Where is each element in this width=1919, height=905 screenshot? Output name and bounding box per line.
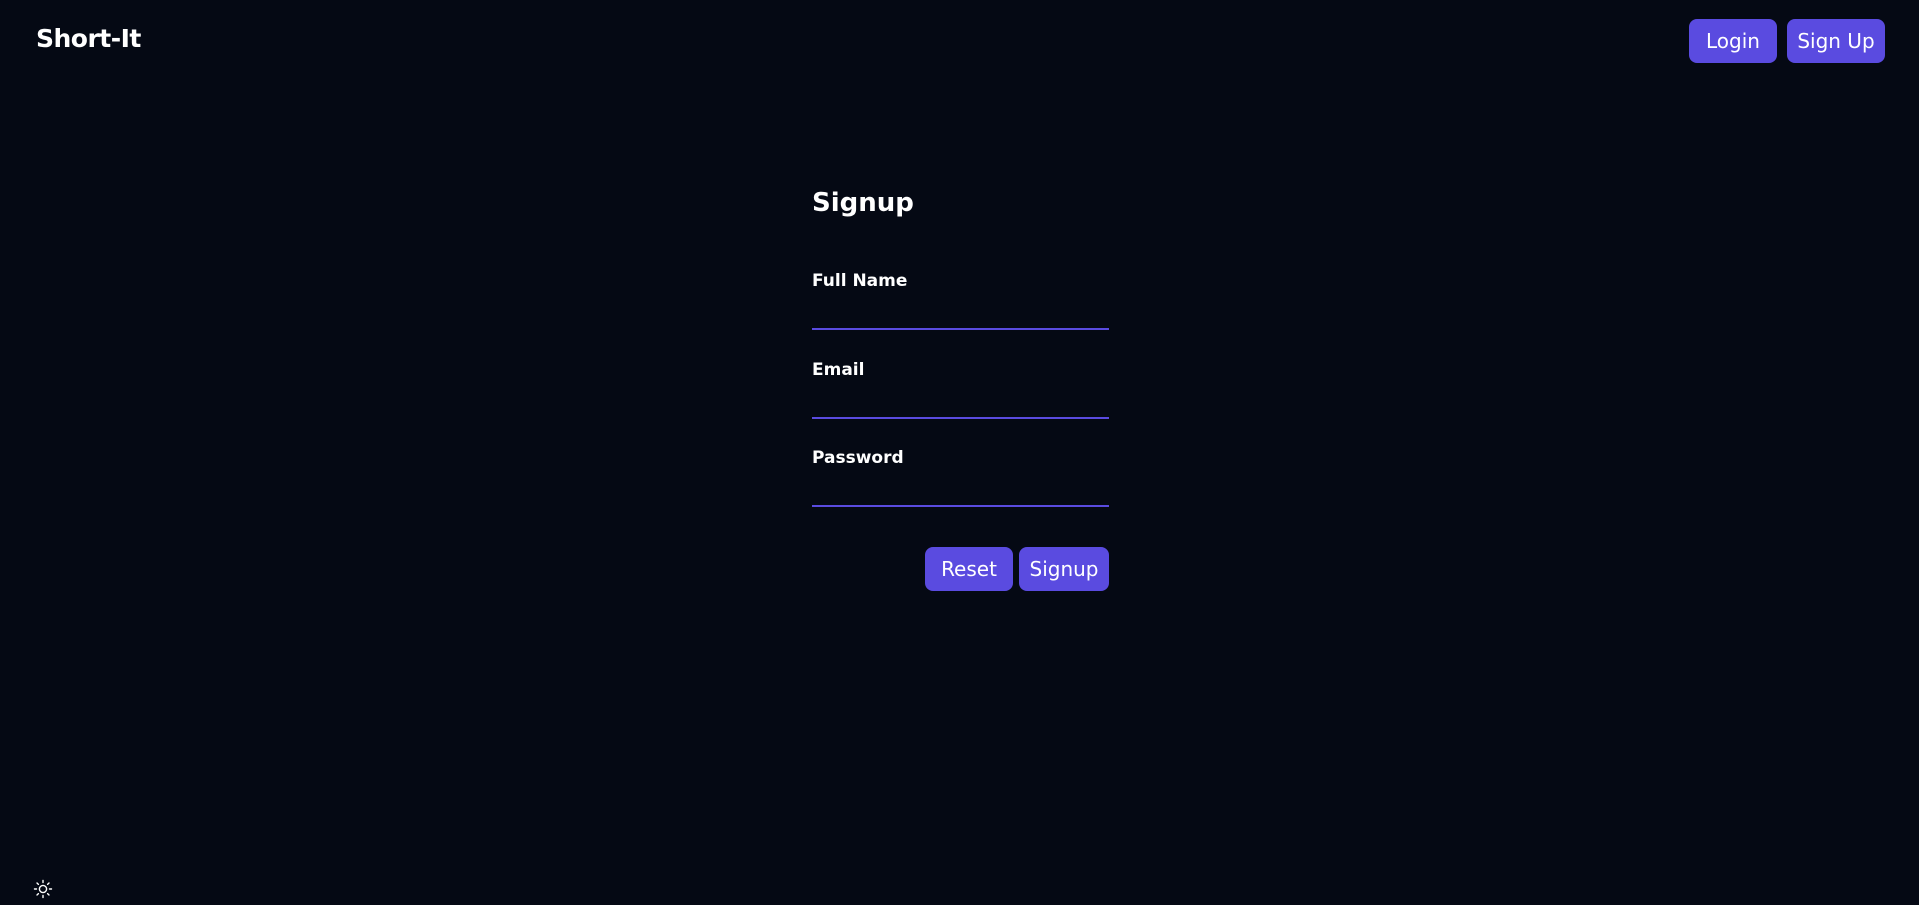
brand-logo[interactable]: Short-It — [36, 24, 141, 53]
form-actions: Reset Signup — [812, 547, 1109, 591]
theme-toggle-button[interactable] — [33, 879, 53, 899]
email-label: Email — [812, 360, 865, 380]
email-input[interactable] — [812, 381, 1109, 419]
sun-icon — [33, 879, 53, 899]
signup-submit-button[interactable]: Signup — [1019, 547, 1109, 591]
email-group: Email — [812, 359, 1109, 419]
password-group: Password — [812, 447, 1109, 507]
full-name-input[interactable] — [812, 292, 1109, 330]
navbar: Short-It Login Sign Up — [0, 0, 1919, 82]
form-title: Signup — [812, 188, 914, 218]
signup-form: Signup Full Name Email Password Reset Si… — [812, 186, 1109, 591]
reset-button[interactable]: Reset — [925, 547, 1013, 591]
password-label: Password — [812, 448, 904, 468]
full-name-group: Full Name — [812, 270, 1109, 330]
login-button[interactable]: Login — [1689, 19, 1777, 63]
sign-up-button[interactable]: Sign Up — [1787, 19, 1885, 63]
full-name-label: Full Name — [812, 271, 908, 291]
password-input[interactable] — [812, 469, 1109, 507]
